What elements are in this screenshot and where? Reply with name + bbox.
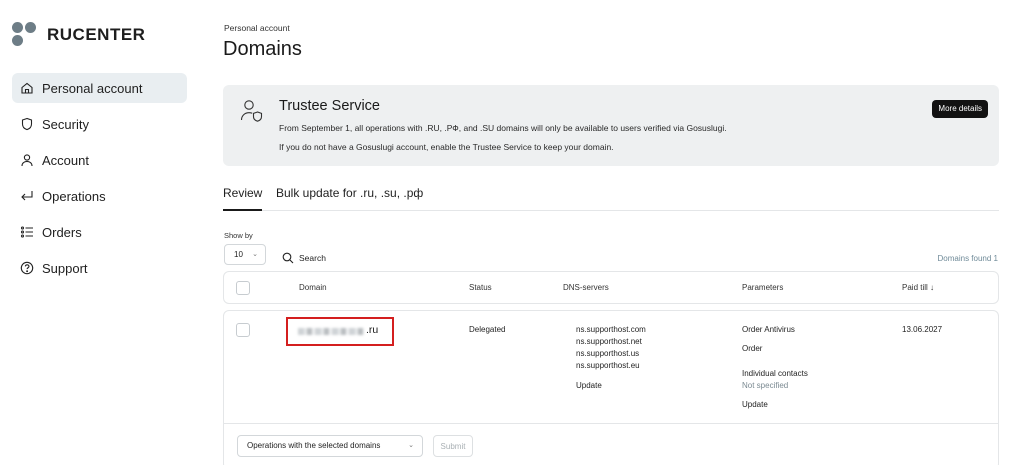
column-header-paid-till[interactable]: Paid till ↓: [902, 283, 934, 292]
dns-server: ns.supporthost.net: [576, 337, 642, 346]
list-icon: [20, 226, 33, 238]
order-link[interactable]: Order: [742, 344, 762, 353]
search-button[interactable]: Search: [282, 252, 326, 264]
sidebar-item-security[interactable]: Security: [12, 109, 187, 139]
user-icon: [21, 154, 33, 167]
bulk-operations-placeholder: Operations with the selected domains: [247, 441, 381, 450]
dns-update-link[interactable]: Update: [576, 381, 602, 390]
more-details-button[interactable]: More details: [932, 100, 988, 118]
chevron-down-icon: ⌄: [252, 251, 258, 258]
sidebar-item-label: Personal account: [42, 80, 143, 96]
show-by-value: 10: [234, 250, 243, 259]
column-header-parameters[interactable]: Parameters: [742, 283, 783, 292]
submit-button[interactable]: Submit: [433, 435, 473, 457]
sidebar-item-operations[interactable]: Operations: [12, 181, 187, 211]
brand-name: RUCENTER: [47, 25, 146, 44]
dns-server: ns.supporthost.eu: [576, 361, 640, 370]
column-header-status[interactable]: Status: [469, 283, 492, 292]
show-by-label: Show by: [224, 231, 253, 240]
tab-bulk-update[interactable]: Bulk update for .ru, .su, .рф: [276, 186, 423, 210]
breadcrumb[interactable]: Personal account: [224, 23, 290, 33]
tab-bar: Review Bulk update for .ru, .su, .рф: [223, 186, 999, 211]
individual-contacts-label: Individual contacts: [742, 369, 808, 378]
show-by-select[interactable]: 10 ⌄: [224, 244, 266, 265]
sidebar-item-orders[interactable]: Orders: [12, 217, 187, 247]
sidebar-item-support[interactable]: Support: [12, 253, 187, 283]
individual-contacts-value: Not specified: [742, 381, 789, 390]
sidebar-item-label: Operations: [42, 188, 106, 204]
paid-till-date: 13.06.2027: [902, 325, 943, 334]
table-divider: [224, 423, 998, 424]
sidebar-nav: Personal account Security Account Operat…: [12, 73, 187, 289]
page-title: Domains: [223, 38, 302, 60]
banner-title: Trustee Service: [279, 98, 380, 114]
chevron-down-icon: ⌄: [408, 442, 414, 449]
logo-dots-icon: [12, 22, 38, 48]
sidebar-item-label: Security: [42, 116, 89, 132]
banner-text: From September 1, all operations with .R…: [279, 123, 727, 133]
table-body: .ru Delegated ns.supporthost.com ns.supp…: [223, 310, 999, 465]
contacts-update-link[interactable]: Update: [742, 400, 768, 409]
sidebar-item-personal-account[interactable]: Personal account: [12, 73, 187, 103]
search-label: Search: [299, 253, 326, 263]
select-all-checkbox[interactable]: [236, 281, 250, 295]
sidebar-item-label: Support: [42, 260, 88, 276]
table-header: Domain Status DNS-servers Parameters Pai…: [223, 271, 999, 304]
dns-server: ns.supporthost.us: [576, 349, 640, 358]
return-arrow-icon: [21, 191, 33, 201]
tab-review[interactable]: Review: [223, 186, 263, 211]
column-header-domain[interactable]: Domain: [299, 283, 327, 292]
domain-status: Delegated: [469, 325, 506, 334]
sidebar-item-label: Account: [42, 152, 89, 168]
trustee-banner: Trustee Service From September 1, all op…: [223, 85, 999, 166]
dns-server: ns.supporthost.com: [576, 325, 646, 334]
column-header-dns[interactable]: DNS-servers: [563, 283, 609, 292]
user-shield-icon: [240, 100, 263, 122]
redacted-domain-name: [298, 328, 364, 335]
shield-icon: [21, 117, 33, 131]
help-circle-icon: [20, 261, 34, 275]
domains-found-count: Domains found 1: [937, 254, 998, 263]
search-icon: [282, 252, 294, 264]
domain-link[interactable]: .ru: [286, 317, 394, 346]
sidebar-item-account[interactable]: Account: [12, 145, 187, 175]
banner-text: If you do not have a Gosuslugi account, …: [279, 142, 614, 152]
order-antivirus-link[interactable]: Order Antivirus: [742, 325, 795, 334]
home-icon: [21, 82, 33, 94]
domain-suffix: .ru: [366, 324, 379, 336]
sidebar-item-label: Orders: [42, 224, 82, 240]
brand-logo[interactable]: RUCENTER: [12, 22, 145, 48]
bulk-operations-select[interactable]: Operations with the selected domains ⌄: [237, 435, 423, 457]
row-checkbox[interactable]: [236, 323, 250, 337]
